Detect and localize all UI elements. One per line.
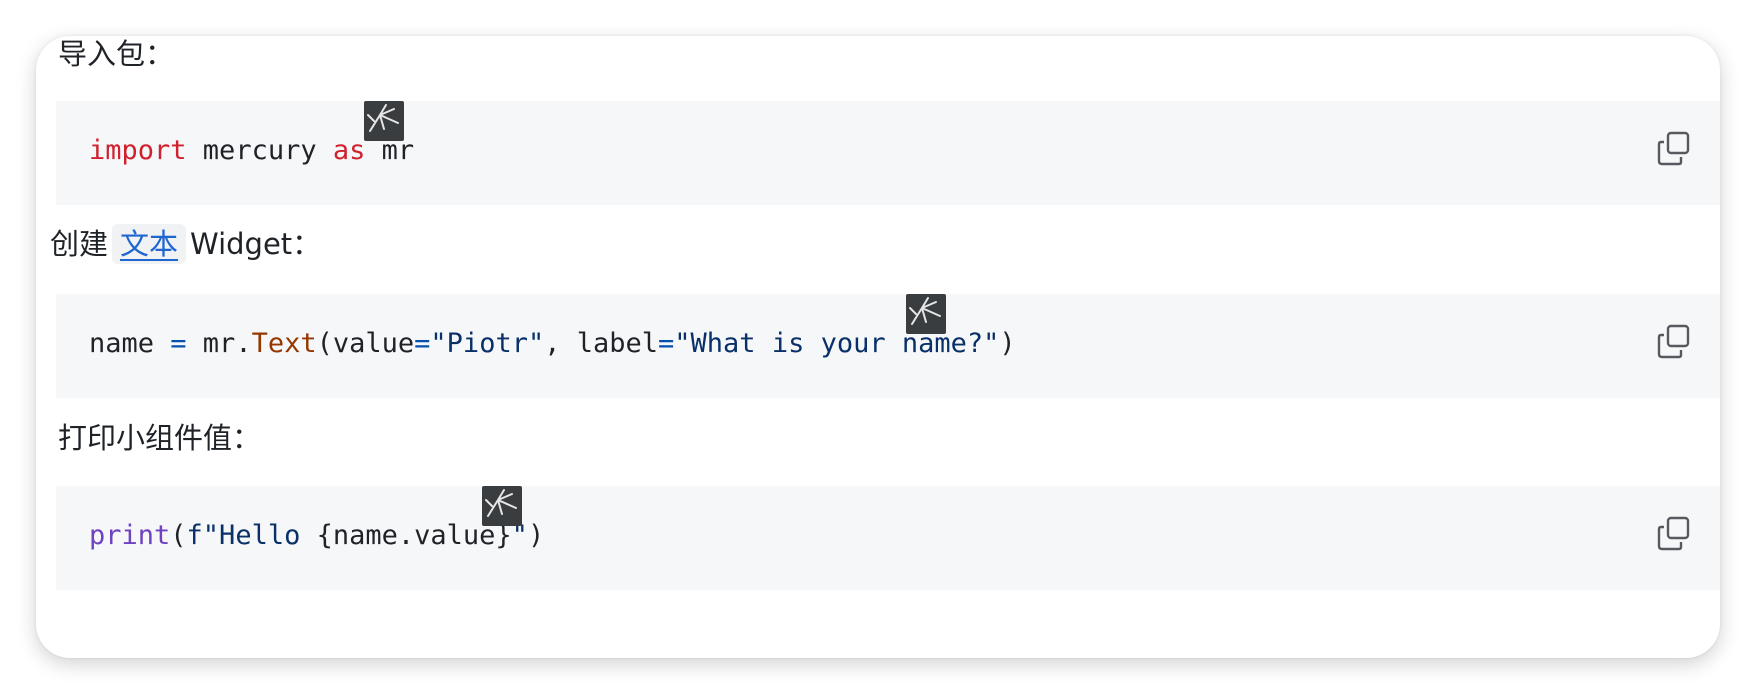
section-label-import: 导入包：: [58, 37, 175, 71]
label-prefix: 创建: [50, 227, 109, 261]
label-suffix: Widget：: [190, 227, 322, 261]
code-keyword: import: [89, 135, 187, 166]
code-keyword: as: [332, 135, 366, 166]
code-string: "What is your name?": [674, 328, 1000, 359]
code-text: ): [527, 520, 545, 551]
text-widget-link[interactable]: 文本: [120, 227, 178, 261]
code-function: print: [89, 520, 171, 551]
code-text: (value: [316, 328, 415, 359]
feedback-icon[interactable]: [364, 101, 404, 141]
inline-link-container: 文本: [112, 224, 187, 264]
code-string: f"Hello: [186, 520, 317, 551]
code-text: (: [170, 520, 187, 551]
code-text: mr.: [186, 328, 252, 359]
code-text: name: [89, 328, 171, 359]
feedback-icon[interactable]: [906, 294, 946, 334]
code-block-print: print(f"Hello {name.value}"): [56, 486, 1720, 590]
code-text: , label: [544, 328, 659, 359]
content-card: 导入包： import mercury as mr 创建 文本 Widget： na…: [36, 36, 1720, 658]
feedback-icon[interactable]: [482, 486, 522, 526]
code-operator: =: [658, 328, 675, 359]
code-line-create: name = mr.Text(value="Piotr", label="Wha…: [89, 322, 1016, 366]
code-block-create: name = mr.Text(value="Piotr", label="Wha…: [56, 294, 1720, 398]
copy-icon: [1657, 324, 1690, 359]
section-label-create: 创建 文本 Widget：: [50, 224, 321, 264]
copy-icon: [1657, 516, 1690, 551]
copy-icon: [1657, 131, 1690, 166]
code-text: mercury: [186, 135, 333, 166]
code-operator: =: [414, 328, 431, 359]
copy-button[interactable]: [1656, 322, 1696, 362]
code-block-import: import mercury as mr: [56, 101, 1720, 205]
code-function: Text: [251, 328, 317, 359]
code-string: "Piotr": [430, 328, 545, 359]
code-operator: =: [170, 328, 187, 359]
section-label-print: 打印小组件值：: [58, 421, 262, 455]
copy-button[interactable]: [1656, 129, 1696, 169]
code-line-print: print(f"Hello {name.value}"): [89, 514, 544, 558]
copy-button[interactable]: [1656, 514, 1696, 554]
code-text: ): [999, 328, 1016, 359]
